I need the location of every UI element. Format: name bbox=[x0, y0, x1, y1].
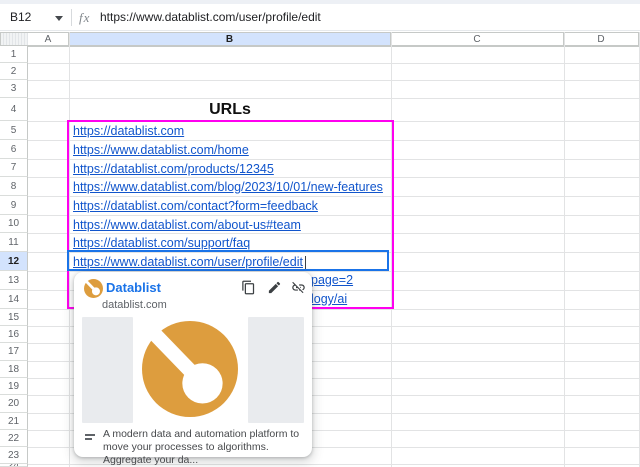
cell-b7-link[interactable]: https://datablist.com/products/12345 bbox=[73, 162, 274, 176]
row-header-4[interactable]: 4 bbox=[0, 98, 28, 121]
row-header-23[interactable]: 23 bbox=[0, 447, 28, 464]
link-preview-thumbnail bbox=[82, 316, 304, 424]
gridline-horizontal bbox=[28, 159, 640, 160]
gridline-horizontal bbox=[28, 80, 640, 81]
row-header-10[interactable]: 10 bbox=[0, 215, 28, 233]
row-header-7[interactable]: 7 bbox=[0, 159, 28, 177]
cell-b11-link[interactable]: https://datablist.com/support/faq bbox=[73, 236, 250, 250]
row-header-9[interactable]: 9 bbox=[0, 196, 28, 215]
cell-b8-link[interactable]: https://www.datablist.com/blog/2023/10/0… bbox=[73, 180, 383, 194]
row-header-20[interactable]: 20 bbox=[0, 395, 28, 413]
row-header-22[interactable]: 22 bbox=[0, 430, 28, 447]
gridline-horizontal bbox=[28, 215, 640, 216]
row-header-16[interactable]: 16 bbox=[0, 326, 28, 343]
gridline-horizontal bbox=[28, 252, 640, 253]
row-header-1[interactable]: 1 bbox=[0, 46, 28, 63]
column-header-d[interactable]: D bbox=[564, 32, 639, 46]
row-header-19[interactable]: 19 bbox=[0, 378, 28, 395]
cell-b6-link[interactable]: https://www.datablist.com/home bbox=[73, 143, 249, 157]
link-preview-description: A modern data and automation platform to… bbox=[103, 428, 301, 466]
row-header-11[interactable]: 11 bbox=[0, 233, 28, 252]
row-header-13[interactable]: 13 bbox=[0, 271, 28, 290]
cell-b12-link[interactable]: https://www.datablist.com/user/profile/e… bbox=[73, 255, 306, 269]
cell-b10-link[interactable]: https://www.datablist.com/about-us#team bbox=[73, 218, 301, 232]
thumbnail-placeholder-left bbox=[82, 317, 133, 423]
column-header-b[interactable]: B bbox=[69, 32, 391, 46]
gridline-vertical bbox=[391, 32, 392, 467]
thumbnail-placeholder-right bbox=[248, 317, 304, 423]
link-preview-domain: datablist.com bbox=[102, 299, 167, 311]
copy-icon[interactable] bbox=[241, 280, 258, 297]
gridline-horizontal bbox=[28, 140, 640, 141]
row-header-15[interactable]: 15 bbox=[0, 309, 28, 326]
row-header-18[interactable]: 18 bbox=[0, 361, 28, 378]
datablist-logo-large-icon bbox=[142, 321, 238, 417]
formula-input[interactable]: https://www.datablist.com/user/profile/e… bbox=[100, 4, 321, 31]
name-box-divider bbox=[71, 9, 72, 26]
row-header-12[interactable]: 12 bbox=[0, 252, 28, 271]
column-header-c[interactable]: C bbox=[391, 32, 564, 46]
link-preview-title[interactable]: Datablist bbox=[106, 280, 161, 295]
edit-icon[interactable] bbox=[267, 280, 284, 297]
text-caret bbox=[305, 256, 307, 269]
datablist-logo-icon bbox=[84, 279, 103, 298]
cell-b9-link[interactable]: https://datablist.com/contact?form=feedb… bbox=[73, 199, 318, 213]
gridline-horizontal bbox=[28, 63, 640, 64]
select-all-corner[interactable] bbox=[0, 32, 29, 46]
row-header-3[interactable]: 3 bbox=[0, 80, 28, 98]
fx-icon: fx bbox=[79, 4, 90, 31]
cell-b13-link-partial[interactable]: page=2 bbox=[311, 273, 353, 287]
row-header-8[interactable]: 8 bbox=[0, 177, 28, 196]
cell-b5-link[interactable]: https://datablist.com bbox=[73, 124, 184, 138]
formula-bar: B12 fx https://www.datablist.com/user/pr… bbox=[0, 4, 640, 31]
row-header-17[interactable]: 17 bbox=[0, 343, 28, 361]
row-header-5[interactable]: 5 bbox=[0, 121, 28, 140]
gridline-horizontal bbox=[28, 121, 640, 122]
gridline-vertical bbox=[564, 32, 565, 467]
name-box[interactable]: B12 bbox=[10, 4, 31, 31]
unlink-icon[interactable] bbox=[291, 280, 308, 297]
gridline-header-bottom bbox=[28, 46, 640, 47]
description-lines-icon bbox=[85, 434, 95, 442]
gridline-horizontal bbox=[28, 98, 640, 99]
row-header-14[interactable]: 14 bbox=[0, 290, 28, 309]
gridline-horizontal bbox=[28, 196, 640, 197]
row-header-6[interactable]: 6 bbox=[0, 140, 28, 159]
gridline-horizontal bbox=[28, 177, 640, 178]
column-header-a[interactable]: A bbox=[28, 32, 69, 46]
link-preview-popup: Datablist datablist.com A modern data an… bbox=[74, 272, 312, 457]
chevron-down-icon[interactable] bbox=[55, 16, 63, 21]
row-header-2[interactable]: 2 bbox=[0, 63, 28, 80]
cell-b14-link-partial[interactable]: logy/ai bbox=[311, 292, 347, 306]
gridline-horizontal bbox=[28, 233, 640, 234]
cell-b4-title[interactable]: URLs bbox=[69, 101, 391, 119]
gridline-vertical bbox=[69, 32, 70, 467]
row-header-21[interactable]: 21 bbox=[0, 413, 28, 430]
